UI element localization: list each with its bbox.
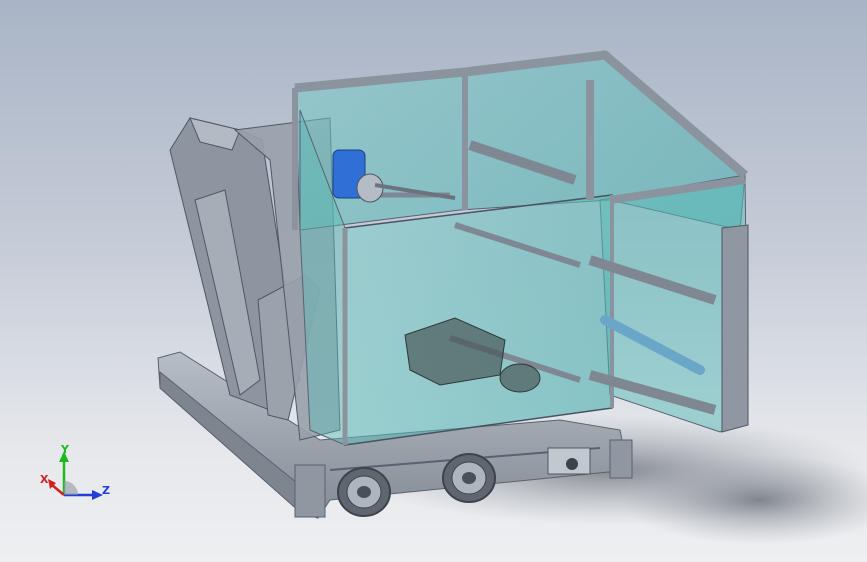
- triad-base-icon: [64, 481, 78, 495]
- coordinate-triad[interactable]: Y X Z: [38, 445, 112, 503]
- base-control-panel[interactable]: [547, 447, 591, 475]
- x-axis-line: [51, 484, 65, 496]
- x-axis-label: X: [40, 473, 49, 486]
- y-axis-label: Y: [60, 445, 70, 456]
- cad-3d-viewport[interactable]: [0, 0, 867, 562]
- wheel-left[interactable]: [337, 467, 391, 517]
- z-axis-label: Z: [102, 484, 110, 497]
- wheel-right[interactable]: [442, 453, 496, 503]
